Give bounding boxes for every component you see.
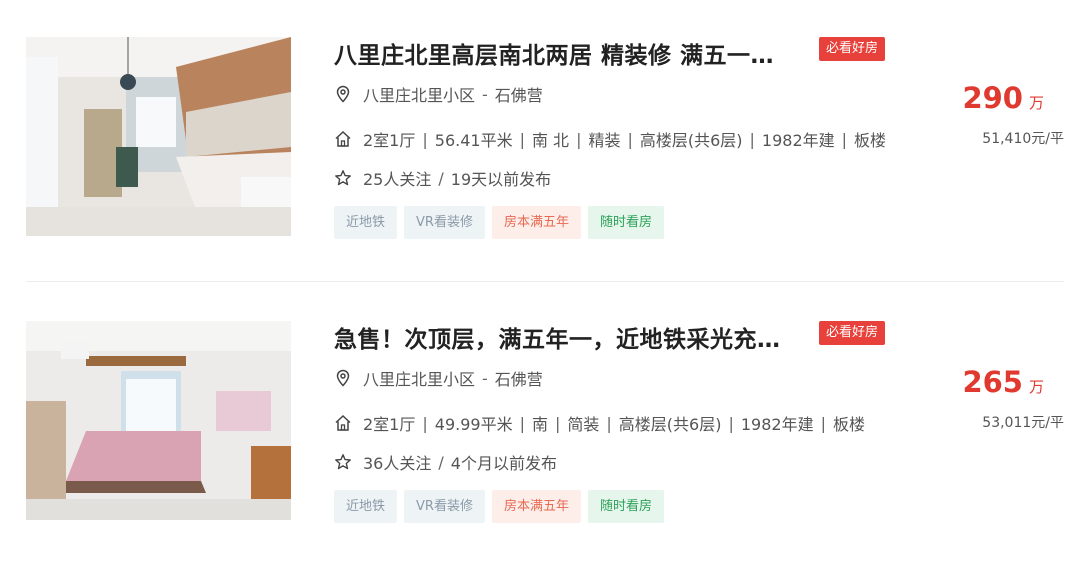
separator: | [728,413,734,433]
tag-list: 近地铁 VR看装修 房本满五年 随时看房 [334,490,664,523]
house-icon [334,130,352,148]
year-built-text: 1982年建 [740,415,814,434]
listing-photo-bedroom[interactable] [26,321,291,520]
orientation-text: 南 [531,415,548,434]
unit-price: 53,011元/平 [982,415,1064,431]
tag-vr: VR看装修 [404,490,485,523]
separator: | [841,129,848,149]
area-link[interactable]: 石佛营 [495,366,543,390]
community-link[interactable]: 八里庄北里小区 [363,366,475,390]
orientation-text: 南 北 [531,131,570,150]
house-info-row: 2室1厅 | 56.41平米 | 南 北 | 精装 | 高楼层(共6层) | 1… [334,127,886,151]
followers-text: 36人关注 [363,454,432,473]
total-price: 265 万 [962,365,1044,399]
tag-five-years: 房本满五年 [491,490,581,523]
location-dash: - [482,368,488,388]
tag-near-subway: 近地铁 [334,490,398,523]
building-type-text: 板楼 [854,131,887,150]
separator: | [820,413,826,433]
must-see-badge: 必看好房 [819,321,885,345]
separator: / [438,452,444,472]
listing-title[interactable]: 八里庄北里高层南北两居 精装修 满五一… [334,36,774,70]
floor-text: 高楼层(共6层) [639,131,743,150]
floor-text: 高楼层(共6层) [618,415,722,434]
area-link[interactable]: 石佛营 [495,82,543,106]
follow-info-row: 36人关注 / 4个月以前发布 [334,450,557,474]
price-unit: 万 [1028,378,1044,396]
tag-anytime-viewing: 随时看房 [587,206,664,239]
listing-title[interactable]: 急售！次顶层，满五年一，近地铁采光充… [334,320,781,354]
price-number: 290 [962,81,1023,115]
decoration-text: 精装 [588,131,621,150]
listing-card: 八里庄北里高层南北两居 精装修 满五一… 必看好房 八里庄北里小区 - 石佛营 … [0,37,1080,277]
location-row: 八里庄北里小区 - 石佛营 [334,366,543,390]
listing-photo-kitchen[interactable] [26,37,291,236]
separator: | [422,413,428,433]
house-icon [334,414,352,432]
separator: | [422,129,428,149]
separator: | [627,129,633,149]
divider [26,281,1064,282]
community-link[interactable]: 八里庄北里小区 [363,82,475,106]
separator: | [519,129,525,149]
separator: | [519,413,525,433]
tag-near-subway: 近地铁 [334,206,398,239]
published-text: 4个月以前发布 [450,454,557,473]
separator: | [749,129,755,149]
listing-card: 急售！次顶层，满五年一，近地铁采光充… 必看好房 八里庄北里小区 - 石佛营 2… [0,321,1080,561]
house-info-row: 2室1厅 | 49.99平米 | 南 | 简装 | 高楼层(共6层) | 198… [334,411,865,435]
follow-info-row: 25人关注 / 19天以前发布 [334,166,551,190]
must-see-badge: 必看好房 [819,37,885,61]
followers-text: 25人关注 [363,170,432,189]
separator: | [576,129,582,149]
separator: | [554,413,561,433]
decoration-text: 简装 [567,415,600,434]
location-dash: - [482,84,488,104]
published-text: 19天以前发布 [450,170,552,189]
star-icon [334,169,352,187]
total-price: 290 万 [962,81,1044,115]
star-icon [334,453,352,471]
separator: | [606,413,612,433]
location-pin-icon [334,85,352,103]
price-unit: 万 [1028,94,1044,112]
location-row: 八里庄北里小区 - 石佛营 [334,82,543,106]
tag-list: 近地铁 VR看装修 房本满五年 随时看房 [334,206,664,239]
building-type-text: 板楼 [832,415,865,434]
tag-anytime-viewing: 随时看房 [587,490,664,523]
price-number: 265 [962,365,1023,399]
size-text: 56.41平米 [434,131,513,150]
separator: / [438,168,444,188]
year-built-text: 1982年建 [761,131,835,150]
layout-text: 2室1厅 [363,415,416,434]
location-pin-icon [334,369,352,387]
tag-vr: VR看装修 [404,206,485,239]
tag-five-years: 房本满五年 [491,206,581,239]
layout-text: 2室1厅 [363,131,416,150]
size-text: 49.99平米 [434,415,513,434]
unit-price: 51,410元/平 [982,131,1064,147]
